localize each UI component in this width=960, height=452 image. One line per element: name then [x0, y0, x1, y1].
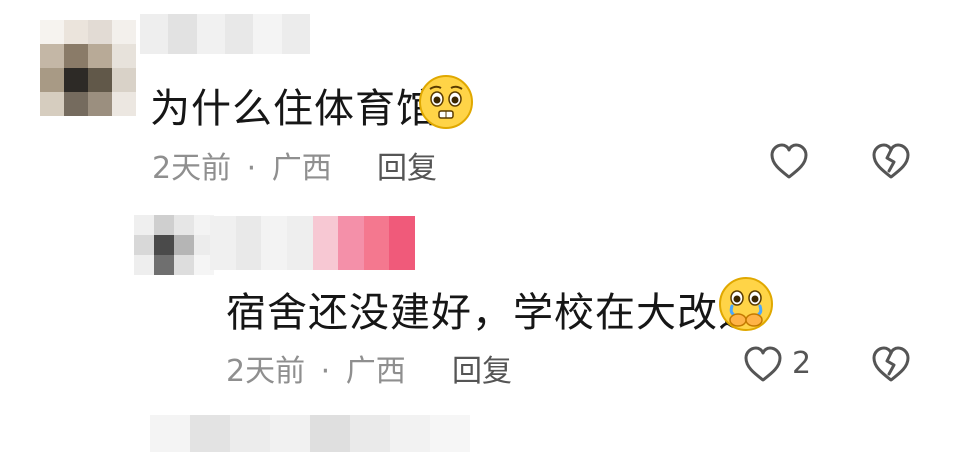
comment-time: 2天前 — [226, 354, 306, 389]
crying-face-emoji — [719, 277, 773, 331]
like-count: 2 — [792, 346, 812, 381]
meta-separator: · — [320, 354, 331, 389]
broken-heart-icon[interactable] — [870, 344, 912, 384]
avatar[interactable] — [134, 215, 214, 275]
heart-outline-icon[interactable] — [742, 344, 784, 384]
username-blurred[interactable] — [210, 216, 415, 270]
reply-button[interactable]: 回复 — [452, 346, 512, 390]
comment-text: 宿舍还没建好，学校在大改造 — [226, 290, 759, 336]
reply-button[interactable]: 回复 — [377, 143, 437, 187]
comment-time: 2天前 — [152, 151, 232, 186]
comment-location: 广西 — [345, 354, 406, 389]
heart-outline-icon[interactable] — [768, 141, 810, 181]
avatar[interactable] — [40, 20, 136, 116]
comment-meta: 2天前 · 广西 — [226, 346, 406, 390]
broken-heart-icon[interactable] — [870, 141, 912, 181]
username-blurred[interactable] — [150, 415, 470, 452]
comment-location: 广西 — [271, 151, 332, 186]
username-blurred[interactable] — [140, 14, 310, 54]
comment-meta: 2天前 · 广西 — [152, 143, 332, 187]
pleading-face-emoji — [419, 75, 473, 129]
comment-text: 为什么住体育馆 — [150, 86, 437, 132]
meta-separator: · — [246, 151, 257, 186]
